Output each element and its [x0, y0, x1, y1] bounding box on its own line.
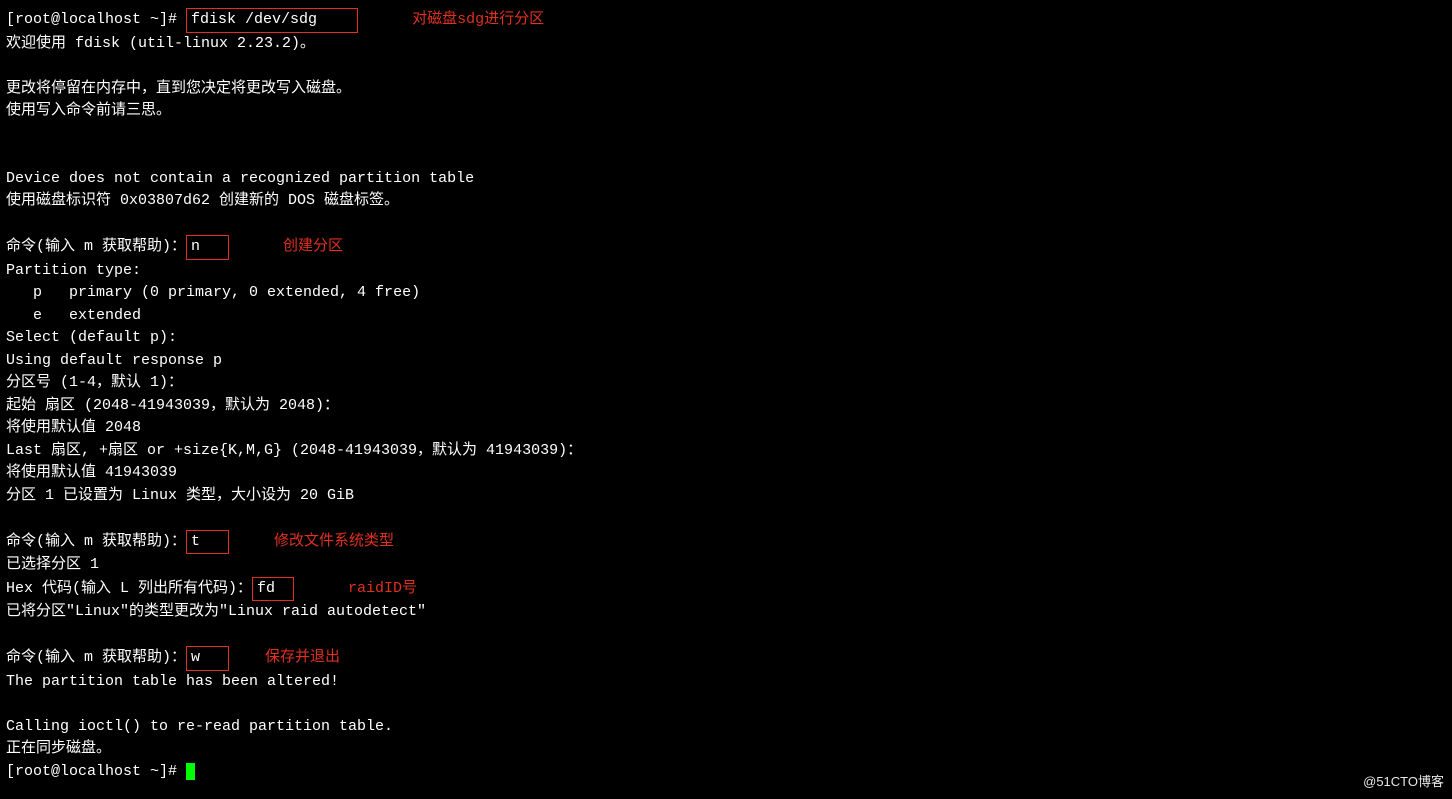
terminal-line: Calling ioctl() to re-read partition tab…	[6, 716, 1446, 739]
annotation-text: 保存并退出	[265, 647, 340, 670]
cmd-prompt-text: Hex 代码(输入 L 列出所有代码)：	[6, 580, 252, 597]
shell-prompt: [root@localhost ~]#	[6, 763, 186, 780]
annotation-text: 修改文件系统类型	[274, 531, 394, 554]
terminal-line: 已将分区"Linux"的类型更改为"Linux raid autodetect"	[6, 601, 1446, 624]
terminal-line: 分区号 (1-4，默认 1)：	[6, 372, 1446, 395]
terminal-line	[6, 123, 1446, 146]
terminal-line: Partition type:	[6, 260, 1446, 283]
input-highlight: n	[186, 235, 229, 260]
terminal-output[interactable]: [root@localhost ~]# fdisk /dev/sdg 对磁盘sd…	[6, 8, 1446, 783]
terminal-line: Using default response p	[6, 350, 1446, 373]
watermark-text: @51CTO博客	[1363, 772, 1444, 792]
terminal-line	[6, 507, 1446, 530]
terminal-line: 使用写入命令前请三思。	[6, 100, 1446, 123]
annotation-text: 创建分区	[283, 236, 343, 259]
terminal-line: 已选择分区 1	[6, 554, 1446, 577]
terminal-line: 欢迎使用 fdisk (util-linux 2.23.2)。	[6, 33, 1446, 56]
terminal-line: 命令(输入 m 获取帮助)：w 保存并退出	[6, 646, 1446, 671]
terminal-line: Device does not contain a recognized par…	[6, 168, 1446, 191]
terminal-line: Hex 代码(输入 L 列出所有代码)：fd raidID号	[6, 577, 1446, 602]
cmd-prompt-text: 命令(输入 m 获取帮助)：	[6, 649, 186, 666]
cmd-prompt-text: 命令(输入 m 获取帮助)：	[6, 238, 186, 255]
terminal-line: [root@localhost ~]# fdisk /dev/sdg 对磁盘sd…	[6, 8, 1446, 33]
terminal-line: 分区 1 已设置为 Linux 类型，大小设为 20 GiB	[6, 485, 1446, 508]
terminal-line	[6, 55, 1446, 78]
annotation-text: raidID号	[348, 578, 417, 601]
shell-prompt: [root@localhost ~]#	[6, 11, 186, 28]
input-highlight: t	[186, 530, 229, 555]
terminal-line: 命令(输入 m 获取帮助)：t 修改文件系统类型	[6, 530, 1446, 555]
terminal-line: 起始 扇区 (2048-41943039，默认为 2048)：	[6, 395, 1446, 418]
terminal-line: Select (default p):	[6, 327, 1446, 350]
terminal-line: 将使用默认值 2048	[6, 417, 1446, 440]
input-highlight: fd	[252, 577, 294, 602]
input-highlight: w	[186, 646, 229, 671]
terminal-line: Last 扇区, +扇区 or +size{K,M,G} (2048-41943…	[6, 440, 1446, 463]
terminal-line	[6, 213, 1446, 236]
terminal-line: 命令(输入 m 获取帮助)：n 创建分区	[6, 235, 1446, 260]
terminal-line: e extended	[6, 305, 1446, 328]
terminal-line: 使用磁盘标识符 0x03807d62 创建新的 DOS 磁盘标签。	[6, 190, 1446, 213]
terminal-line	[6, 624, 1446, 647]
terminal-line: p primary (0 primary, 0 extended, 4 free…	[6, 282, 1446, 305]
terminal-line	[6, 693, 1446, 716]
annotation-text: 对磁盘sdg进行分区	[412, 9, 544, 32]
cmd-prompt-text: 命令(输入 m 获取帮助)：	[6, 533, 186, 550]
terminal-line: 正在同步磁盘。	[6, 738, 1446, 761]
cursor-icon	[186, 763, 195, 780]
terminal-line	[6, 145, 1446, 168]
terminal-line: 更改将停留在内存中，直到您决定将更改写入磁盘。	[6, 78, 1446, 101]
terminal-line: [root@localhost ~]#	[6, 761, 1446, 784]
terminal-line: The partition table has been altered!	[6, 671, 1446, 694]
terminal-line: 将使用默认值 41943039	[6, 462, 1446, 485]
command-highlight: fdisk /dev/sdg	[186, 8, 358, 33]
